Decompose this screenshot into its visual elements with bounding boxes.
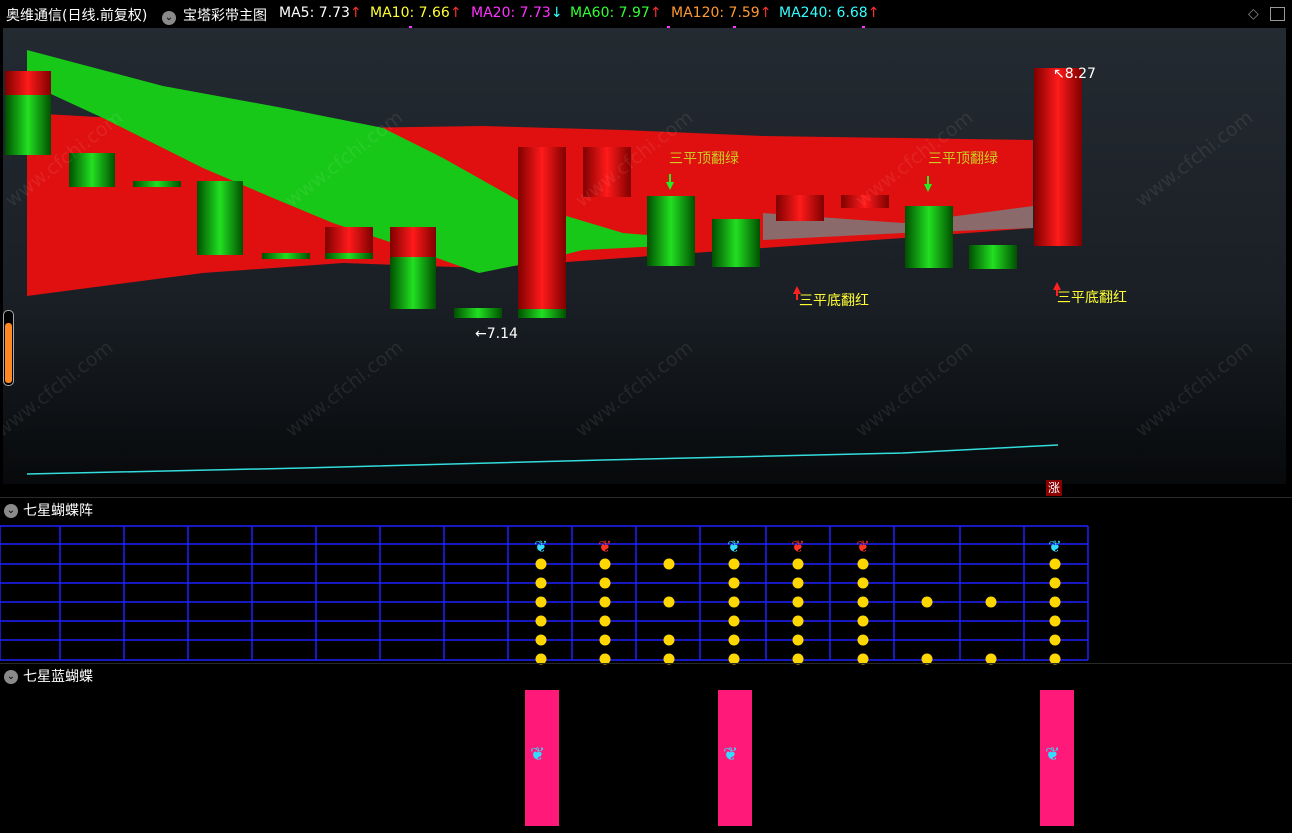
ma60-value: MA60: 7.97↑ [570, 5, 662, 21]
signal-dot [857, 577, 869, 589]
divider [0, 663, 1292, 664]
signal-dot [663, 596, 675, 608]
signal-dot [599, 615, 611, 627]
candle [518, 147, 566, 309]
diamond-icon[interactable]: ◇ [1248, 6, 1259, 22]
candle [454, 308, 502, 318]
candle [390, 257, 436, 309]
candle [518, 309, 566, 318]
down-arrow-icon [927, 176, 929, 185]
candle [133, 181, 181, 187]
ma20-value: MA20: 7.73↓ [471, 5, 563, 21]
signal-dot [599, 634, 611, 646]
panel-toggle-icon[interactable] [1270, 7, 1285, 21]
signal-dot [535, 634, 547, 646]
candle [262, 253, 310, 259]
candle [325, 253, 373, 259]
signal-dot [535, 577, 547, 589]
butterfly-grid: ❦ ❦ ❦ ❦ ❦ ❦ [0, 525, 1089, 665]
bottom-signal-label: 三平底翻红 [1057, 290, 1127, 306]
panel1-header[interactable]: ⌄ 七星蝴蝶阵 [4, 500, 93, 520]
signal-dot [599, 596, 611, 608]
ma240-line [26, 444, 1059, 475]
top-signal-label: 三平顶翻绿 [928, 151, 998, 167]
signal-dot [535, 615, 547, 627]
panel1-title: 七星蝴蝶阵 [23, 503, 93, 519]
signal-dot [1049, 615, 1061, 627]
divider [0, 497, 1292, 498]
panel2-header[interactable]: ⌄ 七星蓝蝴蝶 [4, 666, 93, 686]
butterfly-icon: ❦ [598, 537, 611, 556]
signal-bar: ❦ [1040, 690, 1074, 826]
signal-dot [985, 596, 997, 608]
candle [197, 181, 243, 255]
ma10-value: MA10: 7.66↑ [370, 5, 462, 21]
main-chart[interactable]: www.cfchi.com www.cfchi.com www.cfchi.co… [3, 28, 1286, 484]
ma240-value: MA240: 6.68↑ [779, 5, 880, 21]
high-price-label: ↖8.27 [1053, 66, 1096, 82]
butterfly-icon: ❦ [534, 537, 547, 556]
signal-dot [1049, 634, 1061, 646]
candle [905, 206, 953, 268]
signal-dot [728, 634, 740, 646]
signal-dot [1049, 577, 1061, 589]
signal-dot [1049, 596, 1061, 608]
candle [325, 227, 373, 253]
signal-dot [792, 634, 804, 646]
butterfly-icon: ❦ [791, 537, 804, 556]
signal-dot [599, 558, 611, 570]
signal-dot [792, 558, 804, 570]
signal-dot [857, 615, 869, 627]
signal-dot [728, 577, 740, 589]
signal-dot [1049, 558, 1061, 570]
signal-dot [535, 596, 547, 608]
candle [712, 219, 760, 267]
signal-dot [728, 615, 740, 627]
up-arrow-icon [796, 293, 798, 300]
panel2-title: 七星蓝蝴蝶 [23, 669, 93, 685]
top-signal-label: 三平顶翻绿 [669, 151, 739, 167]
rise-badge: 涨 [1046, 480, 1062, 496]
candle [647, 196, 695, 266]
signal-dot [728, 558, 740, 570]
candle [969, 245, 1017, 269]
chevron-down-icon[interactable]: ⌄ [4, 670, 18, 684]
signal-dot [663, 558, 675, 570]
butterfly-icon: ❦ [856, 537, 869, 556]
signal-dot [792, 577, 804, 589]
chevron-down-icon[interactable]: ⌄ [4, 504, 18, 518]
candle [390, 227, 436, 257]
ma120-value: MA120: 7.59↑ [671, 5, 772, 21]
candle [5, 95, 51, 155]
candle [1034, 68, 1082, 246]
signal-bar: ❦ [525, 690, 559, 826]
signal-dot [921, 596, 933, 608]
signal-dot [728, 596, 740, 608]
signal-dot [663, 634, 675, 646]
signal-dot [792, 615, 804, 627]
candle [776, 195, 824, 221]
candle [5, 71, 51, 95]
low-price-label: ←7.14 [475, 326, 518, 342]
signal-dot [792, 596, 804, 608]
signal-dot [535, 558, 547, 570]
butterfly-icon: ❦ [727, 537, 740, 556]
scroll-handle[interactable] [3, 310, 14, 386]
indicator-name[interactable]: 宝塔彩带主图 [183, 5, 267, 25]
signal-dot [599, 577, 611, 589]
butterfly-icon: ❦ [530, 744, 546, 765]
ma5-value: MA5: 7.73↑ [279, 5, 362, 21]
down-arrow-icon [669, 174, 671, 183]
signal-dot [857, 558, 869, 570]
signal-dot [857, 634, 869, 646]
pagoda-band-chart [5, 50, 1082, 475]
signal-bar: ❦ [718, 690, 752, 826]
butterfly-icon: ❦ [1048, 537, 1061, 556]
butterfly-icon: ❦ [1045, 744, 1061, 765]
signal-dot [857, 596, 869, 608]
bottom-signal-label: 三平底翻红 [799, 293, 869, 309]
chart-header: 奥维通信(日线.前复权) ⌄ 宝塔彩带主图 MA5: 7.73↑ MA10: 7… [0, 0, 1292, 28]
butterfly-icon: ❦ [723, 744, 739, 765]
stock-title[interactable]: 奥维通信(日线.前复权) [6, 5, 147, 25]
